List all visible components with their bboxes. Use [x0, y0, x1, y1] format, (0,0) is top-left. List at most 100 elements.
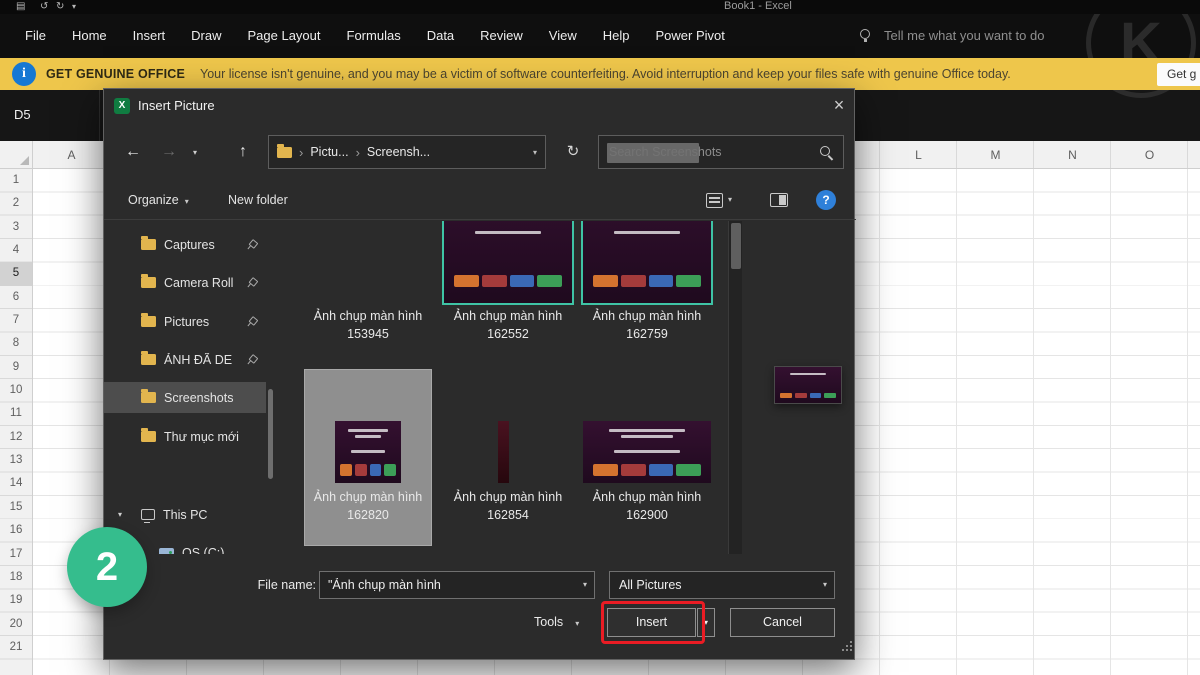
file-thumbnail[interactable] [581, 221, 713, 305]
ribbon-tab-formulas[interactable]: Formulas [334, 14, 414, 58]
sidebar-item-nh-de[interactable]: ẢNH ĐÃ DE [104, 344, 266, 375]
row-header-19[interactable]: 19 [0, 589, 32, 612]
cancel-button[interactable]: Cancel [730, 608, 835, 637]
ribbon-tab-data[interactable]: Data [414, 14, 467, 58]
row-header-11[interactable]: 11 [0, 402, 32, 425]
file-item-162900[interactable]: Ảnh chụp màn hình162900 [583, 488, 711, 524]
chevron-down-icon[interactable]: ▾ [118, 499, 122, 530]
file-item-162854[interactable]: Ảnh chụp màn hình162854 [444, 488, 572, 524]
row-header-8[interactable]: 8 [0, 332, 32, 355]
row-header-20[interactable]: 20 [0, 613, 32, 636]
file-name-input[interactable] [319, 571, 595, 599]
row-header-6[interactable]: 6 [0, 286, 32, 309]
row-header-2[interactable]: 2 [0, 192, 32, 215]
file-type-select[interactable]: All Pictures [609, 571, 835, 599]
row-header-3[interactable]: 3 [0, 216, 32, 239]
organize-button[interactable]: Organize▾ [128, 185, 189, 215]
row-header-13[interactable]: 13 [0, 449, 32, 472]
name-box[interactable]: D5 [0, 90, 100, 141]
ribbon-tab-view[interactable]: View [536, 14, 590, 58]
row-header-21[interactable]: 21 [0, 636, 32, 659]
ribbon-tab-draw[interactable]: Draw [178, 14, 234, 58]
preview-pane-icon[interactable] [770, 193, 788, 207]
file-item-162552[interactable]: Ảnh chụp màn hình162552 [444, 307, 572, 343]
file-item-162759[interactable]: Ảnh chụp màn hình162759 [583, 307, 711, 343]
row-header-4[interactable]: 4 [0, 239, 32, 262]
sidebar-item-pictures[interactable]: Pictures [104, 306, 266, 337]
redo-icon[interactable]: ↻ [56, 0, 64, 13]
recent-locations-chevron-icon[interactable]: ▾ [188, 137, 202, 169]
help-icon[interactable]: ? [816, 190, 836, 210]
column-header-o[interactable]: O [1111, 141, 1188, 169]
address-chevron-down-icon[interactable]: ▾ [533, 148, 537, 157]
tools-chevron-icon: ▾ [575, 619, 579, 628]
column-header-n[interactable]: N [1034, 141, 1111, 169]
column-header-a[interactable]: A [33, 141, 110, 169]
thumbnail-chip [795, 393, 807, 398]
close-icon[interactable]: × [822, 89, 856, 123]
tell-me-box[interactable]: Tell me what you want to do [884, 14, 1044, 58]
sidebar-item-this-pc[interactable]: ▾This PC [104, 499, 266, 530]
view-mode-chevron-icon[interactable]: ▾ [728, 185, 732, 215]
row-header-7[interactable]: 7 [0, 309, 32, 332]
column-header-l[interactable]: L [880, 141, 957, 169]
insert-button[interactable]: Insert [607, 608, 696, 637]
sidebar-item-label: Screenshots [164, 391, 233, 405]
thumbnail-answer-chips [454, 275, 562, 287]
ribbon-tab-file[interactable]: File [12, 14, 59, 58]
file-name-chevron-icon[interactable]: ▾ [576, 571, 594, 599]
row-header-1[interactable]: 1 [0, 169, 32, 192]
file-type-chevron-icon[interactable]: ▾ [816, 571, 834, 599]
sidebar-item-captures[interactable]: Captures [104, 229, 266, 260]
qat-chevron-down-icon[interactable]: ▾ [72, 0, 76, 13]
back-button[interactable]: ← [118, 137, 148, 169]
forward-button[interactable]: → [154, 137, 184, 169]
row-header-16[interactable]: 16 [0, 519, 32, 542]
ribbon-tab-home[interactable]: Home [59, 14, 120, 58]
file-thumbnail[interactable] [498, 421, 509, 483]
resize-grip[interactable] [840, 641, 852, 653]
sidebar-item-camera-roll[interactable]: Camera Roll [104, 267, 266, 298]
ribbon-tab-review[interactable]: Review [467, 14, 536, 58]
save-icon[interactable]: ▤ [16, 0, 25, 13]
pc-icon [141, 509, 155, 520]
sidebar-item-label: Thư mục mới [164, 430, 239, 444]
file-item-162820[interactable]: Ảnh chụp màn hình162820 [304, 488, 432, 524]
undo-icon[interactable]: ↺ [40, 0, 48, 13]
insert-split-chevron-icon[interactable]: ▾ [697, 608, 715, 637]
file-item-153945[interactable]: Ảnh chụp màn hình153945 [304, 307, 432, 343]
breadcrumb[interactable]: ›Pictu...›Screensh... ▾ [268, 135, 546, 169]
get-genuine-office-button[interactable]: Get g [1157, 63, 1200, 86]
breadcrumb-item-pictu[interactable]: Pictu... [310, 145, 348, 159]
ribbon-tab-page-layout[interactable]: Page Layout [235, 14, 334, 58]
row-header-18[interactable]: 18 [0, 566, 32, 589]
file-list-scrollbar[interactable] [728, 221, 742, 554]
sidebar-scrollbar-thumb[interactable] [268, 389, 273, 479]
row-header-10[interactable]: 10 [0, 379, 32, 402]
row-header-5[interactable]: 5 [0, 262, 32, 285]
row-header-15[interactable]: 15 [0, 496, 32, 519]
select-all-corner[interactable] [0, 141, 33, 169]
ribbon-tab-help[interactable]: Help [590, 14, 643, 58]
sidebar-item-th-m-c-m-i[interactable]: Thư mục mới [104, 421, 266, 452]
refresh-icon[interactable]: ↻ [556, 135, 590, 169]
new-folder-button[interactable]: New folder [228, 185, 288, 215]
row-header-12[interactable]: 12 [0, 426, 32, 449]
tools-button[interactable]: Tools▾ [534, 608, 579, 637]
column-header-m[interactable]: M [957, 141, 1034, 169]
breadcrumb-item-screensh[interactable]: Screensh... [367, 145, 430, 159]
ribbon-tab-power-pivot[interactable]: Power Pivot [643, 14, 738, 58]
row-header-14[interactable]: 14 [0, 472, 32, 495]
file-list-scrollbar-thumb[interactable] [731, 223, 741, 269]
view-mode-icon[interactable] [706, 193, 723, 208]
sidebar-scrollbar[interactable] [268, 221, 273, 554]
folder-icon [141, 431, 156, 442]
up-button[interactable]: ↑ [228, 137, 258, 169]
sidebar-item-screenshots[interactable]: Screenshots [104, 382, 266, 413]
ribbon-tab-insert[interactable]: Insert [120, 14, 179, 58]
file-thumbnail[interactable] [335, 421, 401, 483]
row-header-17[interactable]: 17 [0, 543, 32, 566]
file-thumbnail[interactable] [442, 221, 574, 305]
file-thumbnail[interactable] [583, 421, 711, 483]
row-header-9[interactable]: 9 [0, 356, 32, 379]
